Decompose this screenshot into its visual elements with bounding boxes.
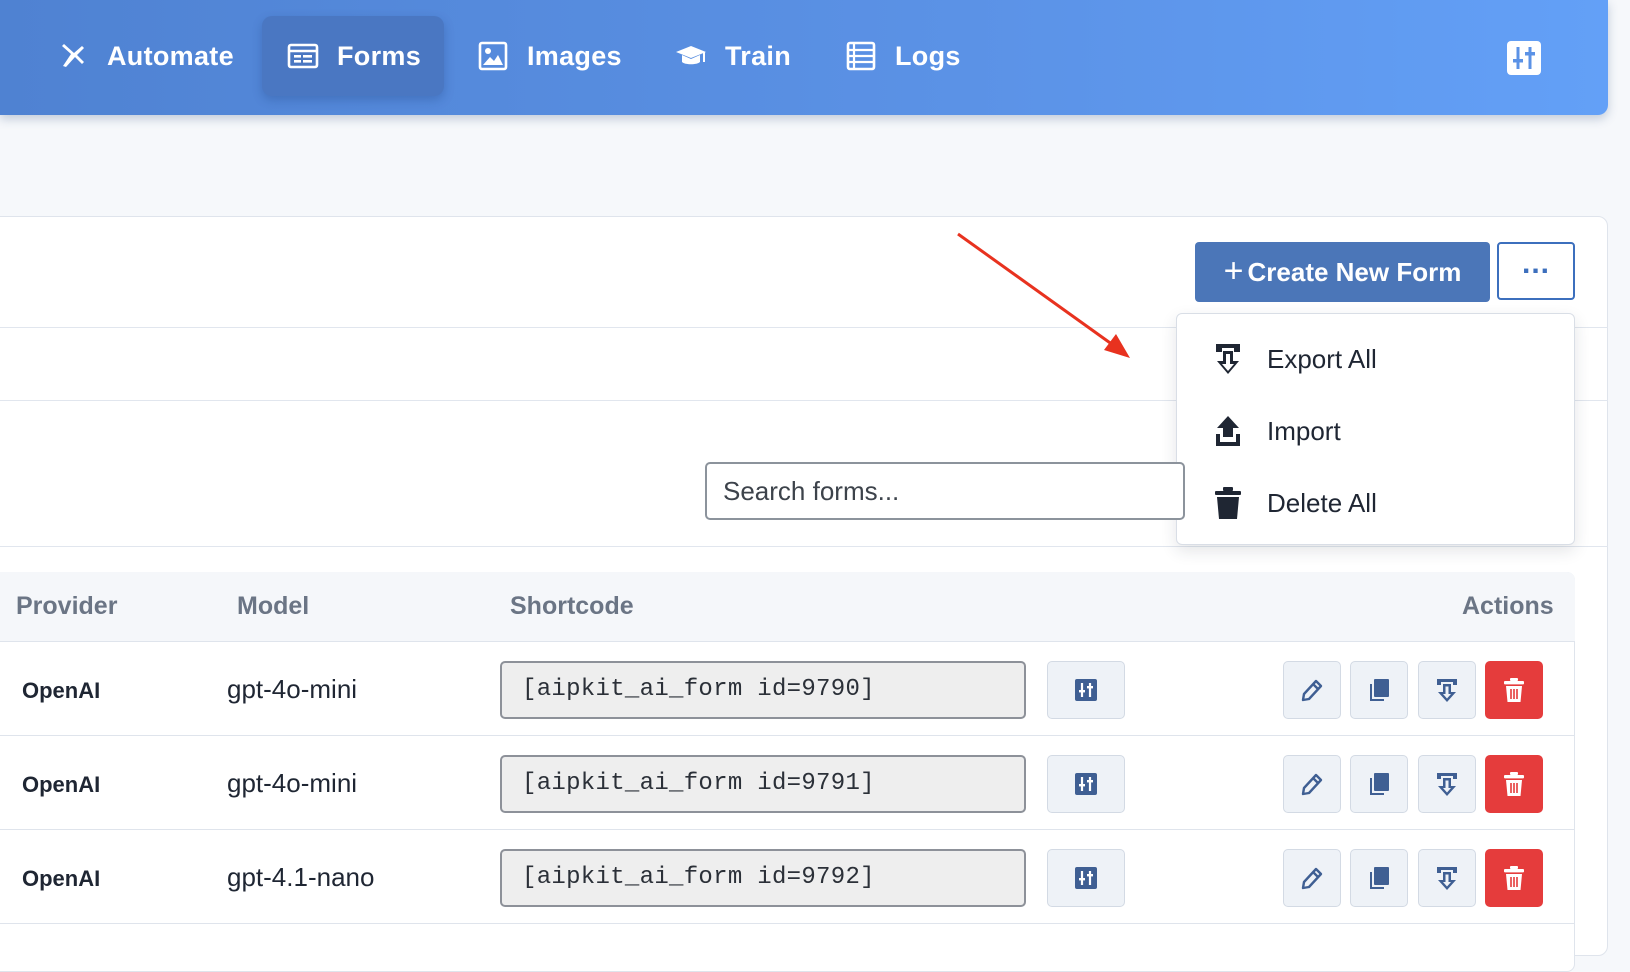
duplicate-icon [1370,773,1389,795]
export-button[interactable] [1418,849,1476,907]
nav-tab-label: Logs [895,40,961,71]
trash-icon [1213,486,1243,520]
shortcode-field[interactable]: [aipkit_ai_form id=9791] [500,755,1026,813]
duplicate-icon [1370,679,1389,701]
image-icon [477,40,509,72]
ellipsis-icon: ... [1521,247,1550,280]
top-navigation: Automate Forms Images Train Logs [0,0,1608,115]
export-icon [1437,679,1457,702]
dropdown-item-export-all[interactable]: Export All [1213,339,1377,379]
provider-cell: OpenAI [22,678,101,703]
dropdown-item-import[interactable]: Import [1213,411,1341,451]
copy-icon [1075,867,1097,889]
edit-button[interactable] [1283,849,1341,907]
nav-tab-train[interactable]: Train [650,16,816,96]
delete-button[interactable] [1485,661,1543,719]
dropdown-item-label: Delete All [1267,487,1377,518]
delete-button[interactable] [1485,755,1543,813]
provider-cell: OpenAI [22,866,101,891]
edit-icon [1301,867,1323,890]
delete-icon [1504,678,1524,702]
table-row: OpenAI gpt-4o-mini [aipkit_ai_form id=97… [0,642,1575,736]
nav-tab-label: Automate [107,40,234,71]
table-row: OpenAI gpt-4.1-nano [aipkit_ai_form id=9… [0,830,1575,924]
nav-tab-images[interactable]: Images [452,16,647,96]
table-row: OpenAI gpt-4o-mini [aipkit_ai_form id=97… [0,736,1575,830]
upload-icon [1213,414,1243,448]
nav-tab-logs[interactable]: Logs [820,16,986,96]
annotation-arrow-icon [957,232,1130,358]
copy-icon [1075,773,1097,795]
list-icon [845,40,877,72]
download-icon [1213,342,1243,376]
copy-icon [1075,679,1097,701]
shortcode-field[interactable]: [aipkit_ai_form id=9790] [500,661,1026,719]
copy-shortcode-button[interactable] [1047,661,1125,719]
column-header-provider: Provider [16,592,118,620]
plus-icon: + [1223,251,1244,290]
create-new-form-label: Create New Form [1247,256,1462,287]
duplicate-button[interactable] [1350,849,1408,907]
delete-icon [1504,772,1524,796]
duplicate-icon [1370,867,1389,889]
dropdown-item-delete-all[interactable]: Delete All [1213,483,1377,523]
more-options-button[interactable]: ... [1497,242,1575,300]
settings-sliders-icon[interactable] [1505,39,1543,77]
column-header-shortcode: Shortcode [510,592,634,620]
shortcode-field[interactable]: [aipkit_ai_form id=9792] [500,849,1026,907]
nav-tab-forms[interactable]: Forms [262,16,444,96]
edit-button[interactable] [1283,755,1341,813]
copy-shortcode-button[interactable] [1047,755,1125,813]
edit-icon [1301,679,1323,702]
delete-button[interactable] [1485,849,1543,907]
dropdown-item-label: Export All [1267,343,1377,374]
create-new-form-button[interactable]: + Create New Form [1195,242,1490,302]
nav-tab-label: Forms [337,40,422,71]
more-options-dropdown: Export All Import Delete All [1176,313,1575,545]
edit-button[interactable] [1283,661,1341,719]
export-button[interactable] [1418,755,1476,813]
form-icon [287,40,319,72]
column-header-actions: Actions [1462,592,1554,620]
dropdown-item-label: Import [1267,415,1341,446]
model-cell: gpt-4.1-nano [227,862,375,892]
copy-shortcode-button[interactable] [1047,849,1125,907]
edit-icon [1301,773,1323,796]
delete-icon [1504,866,1524,890]
export-icon [1437,773,1457,796]
graduation-cap-icon [675,40,707,72]
duplicate-button[interactable] [1350,661,1408,719]
divider [0,546,1608,547]
export-button[interactable] [1418,661,1476,719]
column-header-model: Model [237,592,310,620]
duplicate-button[interactable] [1350,755,1408,813]
nav-tab-label: Train [725,40,792,71]
nav-tab-label: Images [527,40,622,71]
nav-tab-automate[interactable]: Automate [32,16,259,96]
provider-cell: OpenAI [22,772,101,797]
plane-icon [57,40,89,72]
model-cell: gpt-4o-mini [227,768,358,798]
search-forms-input[interactable] [705,462,1185,520]
export-icon [1437,867,1457,890]
model-cell: gpt-4o-mini [227,674,358,704]
